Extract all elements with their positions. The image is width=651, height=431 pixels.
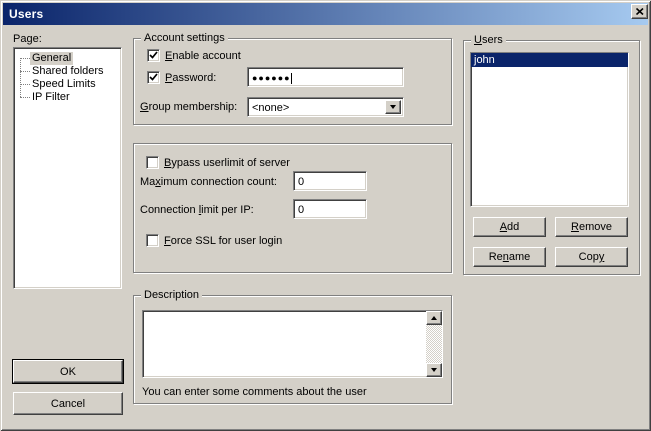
tree-item-label: IP Filter (30, 91, 72, 104)
tree-branch-line (20, 58, 30, 59)
tree-item-label: General (30, 52, 73, 65)
users-dialog: Users Page: General Shared folders Speed… (0, 0, 651, 431)
user-list-item-john[interactable]: john (471, 53, 628, 67)
password-label: Password: (165, 72, 216, 85)
text-caret (291, 73, 292, 84)
scroll-up-icon (431, 313, 437, 320)
tree-item-ip-filter[interactable]: IP Filter (16, 91, 72, 104)
close-icon (636, 8, 644, 15)
description-value (143, 313, 147, 327)
rename-user-button[interactable]: Rename (473, 247, 546, 267)
chevron-down-icon (390, 105, 396, 112)
description-legend: Description (141, 289, 202, 302)
page-tree[interactable]: General Shared folders Speed Limits IP F… (13, 47, 122, 289)
close-button[interactable] (631, 4, 648, 19)
group-membership-label: Group membership: (140, 101, 237, 114)
combobox-dropdown-button[interactable] (385, 100, 401, 114)
ok-button[interactable]: OK (13, 360, 123, 383)
group-membership-value: <none> (252, 102, 289, 114)
connection-limit-per-ip-label: Connection limit per IP: (140, 204, 254, 217)
tree-item-shared-folders[interactable]: Shared folders (16, 65, 106, 78)
copy-user-button[interactable]: Copy (555, 247, 628, 267)
description-textarea[interactable] (142, 310, 443, 378)
password-checkbox[interactable] (147, 71, 160, 84)
checkmark-icon (149, 51, 158, 60)
tree-branch-line (20, 97, 30, 98)
force-ssl-label: Force SSL for user login (164, 235, 282, 248)
tree-item-general[interactable]: General (16, 52, 73, 65)
add-user-button[interactable]: Add (473, 217, 546, 237)
bypass-userlimit-label: Bypass userlimit of server (164, 157, 290, 170)
remove-user-button[interactable]: Remove (555, 217, 628, 237)
max-connection-count-input[interactable]: 0 (293, 171, 367, 191)
max-connection-count-label: Maximum connection count: (140, 176, 277, 189)
scroll-down-button[interactable] (426, 363, 442, 377)
window-title: Users (3, 7, 43, 21)
tree-item-label: Shared folders (30, 65, 106, 78)
enable-account-label: Enable account (165, 50, 241, 63)
cancel-button[interactable]: Cancel (13, 392, 123, 415)
tree-item-label: Speed Limits (30, 78, 98, 91)
description-hint: You can enter some comments about the us… (142, 386, 367, 399)
description-scrollbar[interactable] (426, 311, 442, 377)
group-membership-combobox[interactable]: <none> (247, 97, 404, 117)
connection-limit-per-ip-input[interactable]: 0 (293, 199, 367, 219)
users-legend: Users (471, 34, 506, 47)
scroll-up-button[interactable] (426, 311, 442, 325)
tree-branch-line (20, 71, 30, 72)
tree-item-speed-limits[interactable]: Speed Limits (16, 78, 98, 91)
tree-branch-line (20, 84, 30, 85)
password-value: ●●●●●● (252, 73, 291, 83)
enable-account-checkbox[interactable] (147, 49, 160, 62)
account-settings-legend: Account settings (141, 32, 228, 45)
scroll-down-icon (431, 368, 437, 375)
page-label: Page: (13, 33, 42, 46)
users-listbox[interactable]: john (470, 52, 629, 207)
bypass-userlimit-checkbox[interactable] (146, 156, 159, 169)
password-input[interactable]: ●●●●●● (247, 67, 404, 87)
checkmark-icon (149, 73, 158, 82)
force-ssl-checkbox[interactable] (146, 234, 159, 247)
title-bar[interactable]: Users (3, 3, 648, 25)
